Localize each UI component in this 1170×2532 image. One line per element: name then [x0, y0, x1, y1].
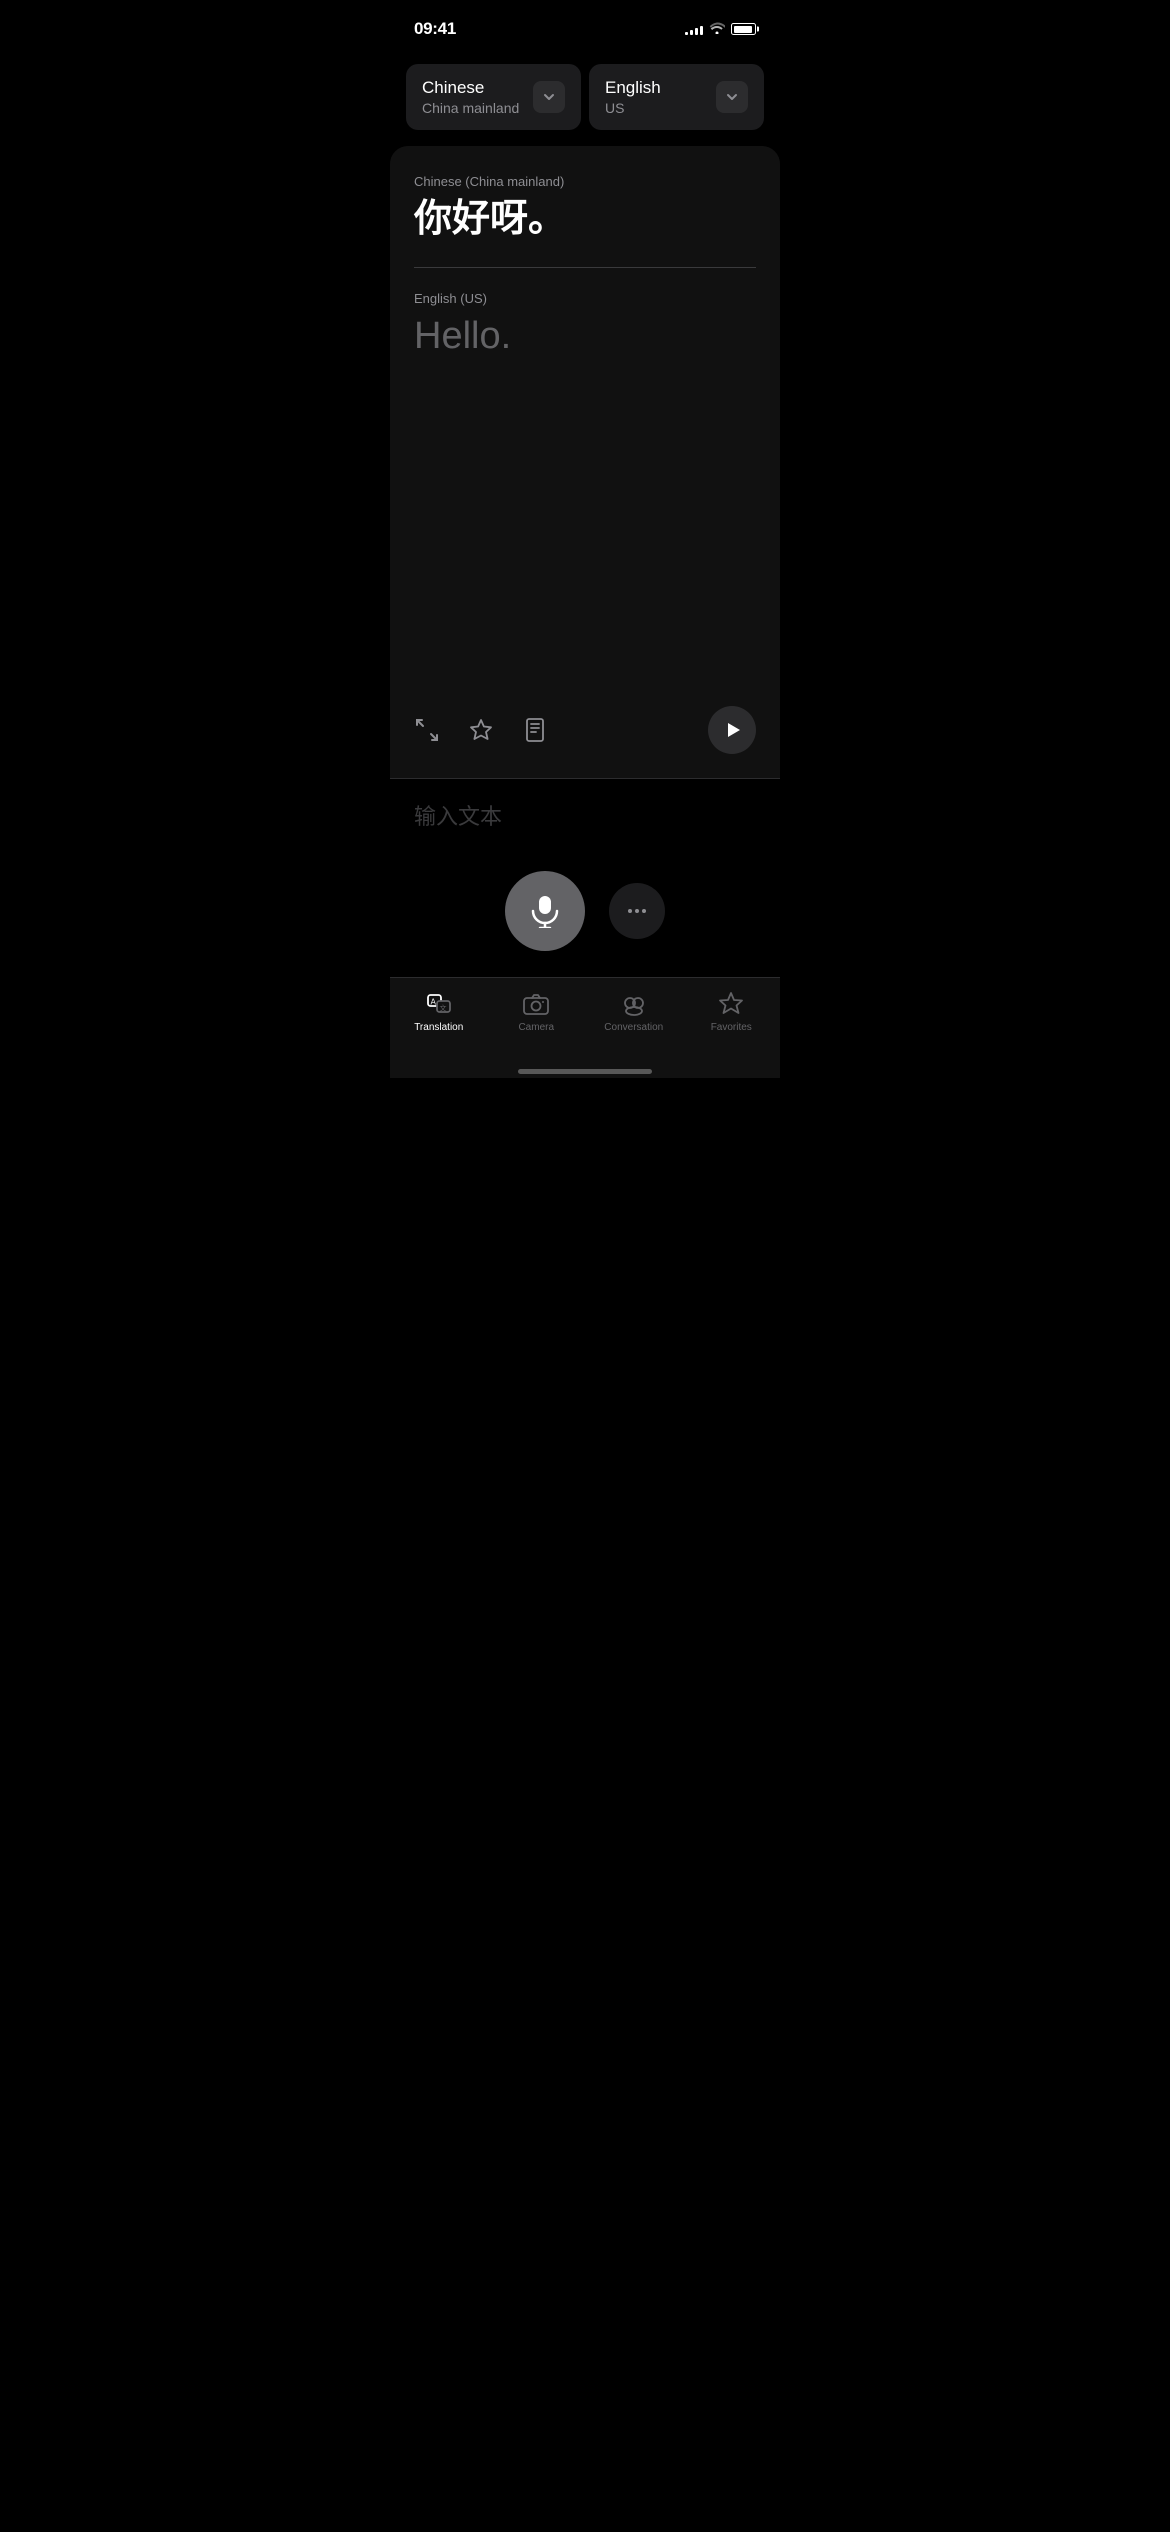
language-selector: Chinese China mainland English US	[390, 54, 780, 146]
more-options-button[interactable]	[609, 883, 665, 939]
tab-favorites[interactable]: Favorites	[683, 990, 781, 1033]
conversation-tab-icon	[620, 990, 648, 1018]
microphone-button[interactable]	[505, 871, 585, 951]
phrasebook-button[interactable]	[522, 717, 548, 743]
source-language-region: China mainland	[422, 100, 533, 116]
tab-translation[interactable]: A 文 Translation	[390, 990, 488, 1033]
target-text: Hello.	[414, 314, 756, 360]
status-bar: 09:41	[390, 0, 780, 54]
home-indicator	[390, 1061, 780, 1078]
target-language-chevron[interactable]	[716, 81, 748, 113]
source-lang-label: Chinese (China mainland)	[414, 174, 756, 189]
source-text: 你好呀。	[414, 197, 756, 243]
more-icon	[626, 900, 648, 922]
target-lang-label: English (US)	[414, 291, 756, 306]
source-language-name: Chinese	[422, 78, 533, 98]
home-indicator-bar	[518, 1069, 652, 1074]
status-icons	[685, 22, 756, 36]
tab-camera[interactable]: Camera	[488, 990, 586, 1033]
target-language-region: US	[605, 100, 716, 116]
tab-bar: A 文 Translation Camera	[390, 977, 780, 1061]
target-language-name: English	[605, 78, 716, 98]
tab-conversation[interactable]: Conversation	[585, 990, 683, 1033]
wifi-icon	[709, 22, 725, 36]
action-bar	[390, 686, 780, 778]
favorites-tab-label: Favorites	[711, 1022, 752, 1033]
translation-divider	[414, 267, 756, 268]
translation-tab-icon: A 文	[425, 990, 453, 1018]
input-controls	[414, 871, 756, 961]
input-area[interactable]: 输入文本	[390, 778, 780, 977]
favorite-button[interactable]	[468, 717, 494, 743]
signal-bars-icon	[685, 23, 703, 35]
conversation-tab-label: Conversation	[604, 1022, 663, 1033]
camera-tab-icon	[522, 990, 550, 1018]
microphone-icon	[528, 894, 562, 928]
translation-tab-label: Translation	[414, 1022, 463, 1033]
camera-tab-label: Camera	[518, 1022, 554, 1033]
favorites-tab-icon	[717, 990, 745, 1018]
target-language-button[interactable]: English US	[589, 64, 764, 130]
text-input-placeholder[interactable]: 输入文本	[414, 799, 756, 831]
main-content: Chinese (China mainland) 你好呀。 English (U…	[390, 146, 780, 1078]
play-button[interactable]	[708, 706, 756, 754]
source-language-chevron[interactable]	[533, 81, 565, 113]
svg-text:文: 文	[439, 1004, 446, 1013]
status-time: 09:41	[414, 19, 456, 39]
translation-area: Chinese (China mainland) 你好呀。 English (U…	[390, 146, 780, 686]
source-language-button[interactable]: Chinese China mainland	[406, 64, 581, 130]
svg-text:A: A	[430, 998, 436, 1007]
expand-button[interactable]	[414, 717, 440, 743]
battery-icon	[731, 23, 756, 35]
